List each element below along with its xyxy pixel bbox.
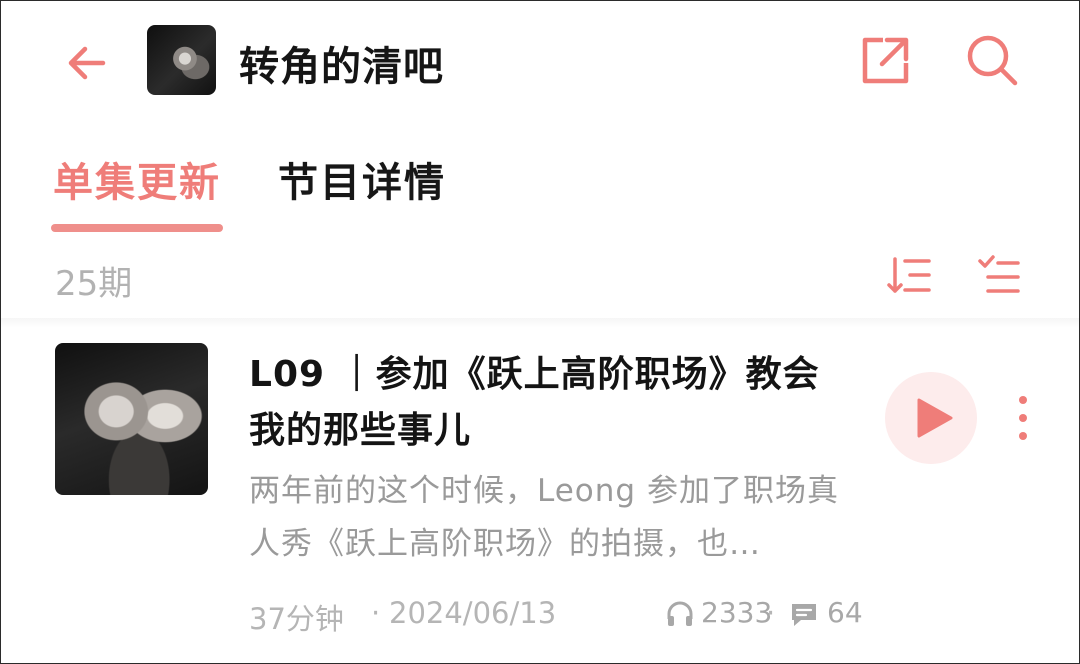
- share-icon[interactable]: [857, 31, 915, 89]
- play-icon: [917, 398, 953, 438]
- listen-count: 2333: [701, 596, 773, 629]
- episode-count: 25期: [55, 264, 133, 304]
- active-tab-indicator: [51, 224, 223, 232]
- episode-description[interactable]: 两年前的这个时候，Leong 参加了职场真人秀《跃上高阶职场》的拍摄，也…: [249, 465, 849, 571]
- meta-separator-2: ·: [766, 596, 776, 630]
- more-vertical-icon[interactable]: [1011, 393, 1035, 443]
- play-button[interactable]: [885, 372, 977, 464]
- episode-cover[interactable]: [55, 343, 208, 495]
- list-select-icon[interactable]: [976, 253, 1022, 299]
- headphones-icon: [665, 599, 695, 629]
- section-divider: [1, 318, 1079, 328]
- back-arrow-icon[interactable]: [63, 39, 111, 87]
- podcast-avatar[interactable]: [147, 25, 216, 95]
- page-title: 转角的清吧: [239, 44, 444, 90]
- tab-episode-updates[interactable]: 单集更新: [53, 150, 221, 208]
- comment-icon: [789, 601, 819, 629]
- episode-date: 2024/06/13: [389, 596, 557, 630]
- app-window: 转角的清吧 单集更新 节目详情 25期 L09 ｜参加《跃上高阶职场》教会我的那…: [0, 0, 1080, 664]
- comment-count: 64: [827, 596, 863, 629]
- meta-separator: ·: [371, 596, 381, 630]
- search-icon[interactable]: [963, 31, 1021, 89]
- tab-program-details[interactable]: 节目详情: [278, 150, 446, 208]
- episode-duration: 37分钟: [249, 602, 344, 636]
- episode-title[interactable]: L09 ｜参加《跃上高阶职场》教会我的那些事儿: [249, 347, 849, 459]
- sort-icon[interactable]: [886, 253, 932, 299]
